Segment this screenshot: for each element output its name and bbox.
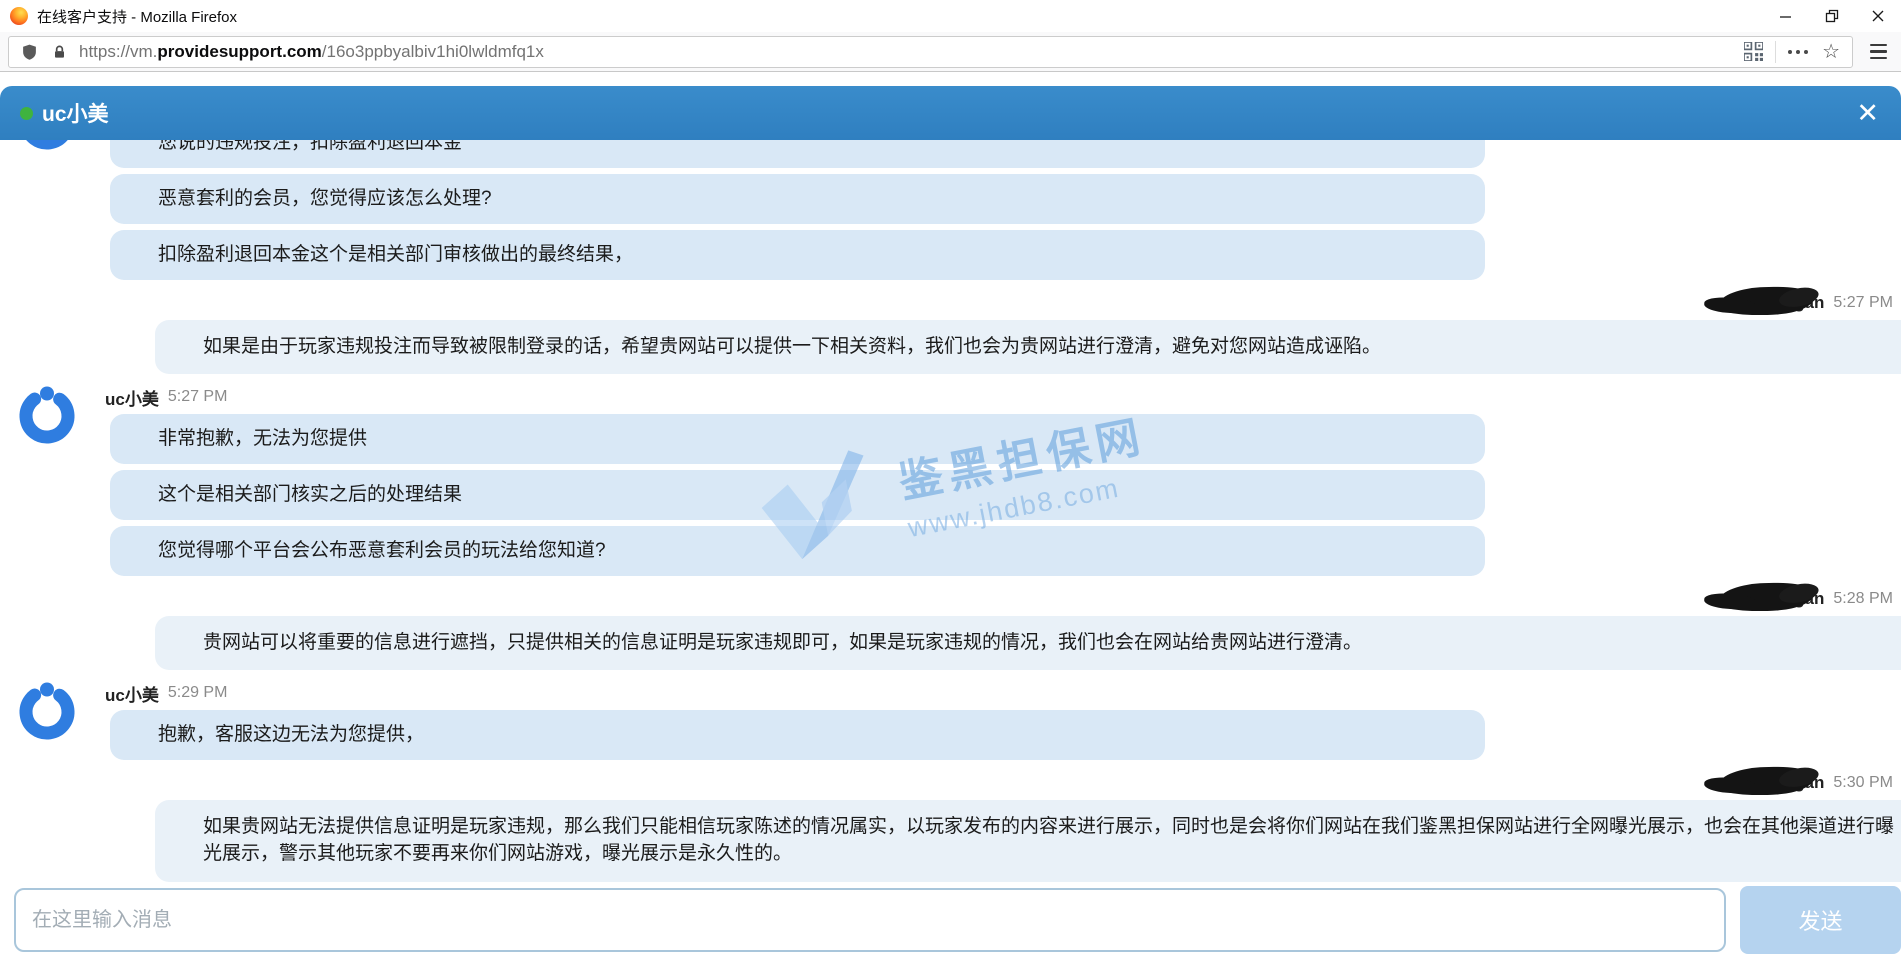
visitor-message-bubble: 贵网站可以将重要的信息进行遮挡，只提供相关的信息证明是玩家违规即可，如果是玩家违… (155, 616, 1901, 670)
chat-header: uc小美 ✕ (0, 86, 1901, 140)
message-timestamp: 5:28 PM (1833, 590, 1893, 608)
bookmark-star-icon[interactable]: ☆ (1822, 42, 1840, 62)
url-bar[interactable]: https://vm.providesupport.com/16o3ppbyal… (8, 36, 1853, 68)
message-timestamp: 5:30 PM (1833, 774, 1893, 792)
redaction-scribble (1717, 580, 1815, 613)
visitor-message-header: dinghaigan 5:30 PM (0, 772, 1893, 794)
minimize-button[interactable] (1763, 0, 1809, 32)
navigation-bar: https://vm.providesupport.com/16o3ppbyal… (0, 32, 1901, 72)
agent-name: uc小美 (105, 385, 159, 410)
agent-message-header: uc小美 5:29 PM (105, 682, 1901, 704)
agent-message-bubble: 抱歉，客服这边无法为您提供， (110, 710, 1485, 760)
https-lock-icon[interactable] (52, 44, 67, 60)
restore-button[interactable] (1809, 0, 1855, 32)
agent-message-group: uc小美 5:29 PM 抱歉，客服这边无法为您提供， (0, 682, 1901, 760)
send-button[interactable]: 发送 (1740, 886, 1901, 954)
close-window-button[interactable] (1855, 0, 1901, 32)
visitor-message-group: dinghaigan 5:28 PM 贵网站可以将重要的信息进行遮挡，只提供相关… (0, 588, 1901, 670)
agent-message-bubble: 非常抱歉，无法为您提供 (110, 414, 1485, 464)
redaction-scribble (1717, 764, 1815, 797)
hamburger-menu-icon[interactable] (1863, 44, 1893, 59)
visitor-message-bubble: 如果是由于玩家违规投注而导致被限制登录的话，希望贵网站可以提供一下相关资料，我们… (155, 320, 1901, 374)
chat-message-list: 您说的违规投注，扣除盈利退回本金 恶意套利的会员，您觉得应该怎么处理? 扣除盈利… (0, 86, 1901, 970)
visitor-message-header: dinghaigan 5:28 PM (0, 588, 1893, 610)
agent-message-header: uc小美 5:27 PM (105, 386, 1901, 408)
agent-message-group: uc小美 5:27 PM 非常抱歉，无法为您提供 这个是相关部门核实之后的处理结… (0, 386, 1901, 576)
message-input[interactable] (14, 888, 1726, 952)
chat-agent-title: uc小美 (42, 98, 109, 128)
url-text: https://vm.providesupport.com/16o3ppbyal… (79, 42, 544, 62)
visitor-message-bubble: 如果贵网站无法提供信息证明是玩家违规，那么我们只能相信玩家陈述的情况属实，以玩家… (155, 800, 1901, 882)
url-path: /16o3ppbyalbiv1hi0lwldmfq1x (322, 42, 544, 61)
agent-avatar (15, 384, 79, 448)
window-controls (1763, 0, 1901, 32)
agent-message-bubble: 您觉得哪个平台会公布恶意套利会员的玩法给您知道? (110, 526, 1485, 576)
tracking-protection-shield-icon[interactable] (21, 43, 38, 61)
agent-message-bubble: 恶意套利的会员，您觉得应该怎么处理? (110, 174, 1485, 224)
visitor-name: dinghaigan (1734, 773, 1825, 793)
visitor-name: dinghaigan (1734, 589, 1825, 609)
visitor-message-group: dinghaigan 5:27 PM 如果是由于玩家违规投注而导致被限制登录的话… (0, 292, 1901, 374)
message-timestamp: 5:29 PM (168, 684, 228, 702)
agent-message-bubble: 扣除盈利退回本金这个是相关部门审核做出的最终结果， (110, 230, 1485, 280)
toolbar-divider (1775, 41, 1776, 63)
minimize-icon (1779, 9, 1793, 23)
window-titlebar: 在线客户支持 - Mozilla Firefox (0, 0, 1901, 32)
url-domain: providesupport.com (157, 42, 321, 61)
message-timestamp: 5:27 PM (168, 388, 228, 406)
page-actions-more-icon[interactable] (1788, 50, 1808, 54)
redaction-scribble (1717, 284, 1815, 317)
message-timestamp: 5:27 PM (1833, 294, 1893, 312)
url-scheme: https://vm. (79, 42, 157, 61)
agent-avatar (15, 680, 79, 744)
close-window-icon (1871, 9, 1885, 23)
visitor-message-header: dinghaigan 5:27 PM (0, 292, 1893, 314)
agent-message-group: 您说的违规投注，扣除盈利退回本金 恶意套利的会员，您觉得应该怎么处理? 扣除盈利… (0, 118, 1901, 280)
qr-extension-icon[interactable] (1744, 42, 1763, 61)
window-title: 在线客户支持 - Mozilla Firefox (37, 6, 237, 27)
visitor-name: dinghaigan (1734, 293, 1825, 313)
chat-close-icon[interactable]: ✕ (1856, 100, 1879, 127)
restore-icon (1825, 9, 1839, 23)
visitor-message-group: dinghaigan 5:30 PM 如果贵网站无法提供信息证明是玩家违规，那么… (0, 772, 1901, 882)
firefox-icon (10, 7, 28, 25)
agent-name: uc小美 (105, 681, 159, 706)
agent-message-bubble: 这个是相关部门核实之后的处理结果 (110, 470, 1485, 520)
online-status-dot (20, 107, 33, 120)
